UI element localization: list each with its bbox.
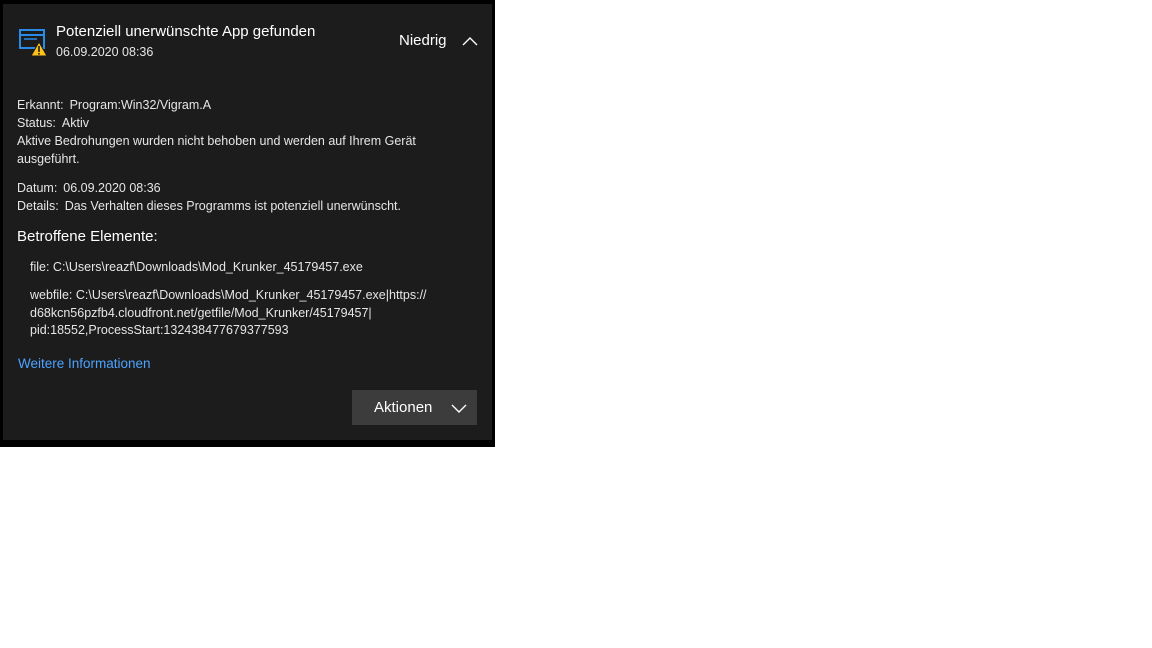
- status-description-line2: ausgeführt.: [17, 152, 80, 166]
- chevron-down-icon: [451, 404, 467, 413]
- actions-button[interactable]: Aktionen: [352, 390, 477, 425]
- severity-label: Niedrig: [399, 32, 447, 49]
- status-description: Aktive Bedrohungen wurden nicht behoben …: [17, 132, 457, 168]
- status-row: Status: Aktiv: [17, 115, 89, 132]
- detected-label: Erkannt:: [17, 98, 64, 112]
- details-value: Das Verhalten dieses Programms ist poten…: [64, 199, 401, 213]
- notification-panel: Potenziell unerwünschte App gefunden 06.…: [0, 0, 495, 447]
- detected-row: Erkannt: Program:Win32/Vigram.A: [17, 97, 211, 114]
- status-description-line1: Aktive Bedrohungen wurden nicht behoben …: [17, 134, 416, 148]
- date-label: Datum:: [17, 181, 58, 195]
- notification-timestamp: 06.09.2020 08:36: [56, 45, 154, 59]
- affected-webfile-item: webfile: C:\Users\reazf\Downloads\Mod_Kr…: [30, 287, 460, 340]
- notification-title: Potenziell unerwünschte App gefunden: [56, 23, 316, 40]
- date-value: 06.09.2020 08:36: [63, 181, 161, 195]
- webfile-line2: d68kcn56pzfb4.cloudfront.net/getfile/Mod…: [30, 305, 372, 320]
- detected-value: Program:Win32/Vigram.A: [69, 98, 212, 112]
- affected-items-heading: Betroffene Elemente:: [17, 228, 158, 245]
- status-label: Status:: [17, 116, 56, 130]
- more-info-link[interactable]: Weitere Informationen: [18, 355, 151, 373]
- chevron-up-icon[interactable]: [458, 30, 482, 52]
- affected-file-item: file: C:\Users\reazf\Downloads\Mod_Krunk…: [30, 260, 363, 274]
- webfile-line3: pid:18552,ProcessStart:13243847767937759…: [30, 323, 289, 337]
- actions-button-label: Aktionen: [374, 399, 433, 416]
- date-row: Datum: 06.09.2020 08:36: [17, 180, 161, 197]
- details-row: Details: Das Verhalten dieses Programms i…: [17, 198, 401, 215]
- status-value: Aktiv: [61, 116, 90, 130]
- details-label: Details:: [17, 199, 59, 213]
- app-window-warning-icon: [19, 29, 48, 57]
- threat-card: Potenziell unerwünschte App gefunden 06.…: [3, 4, 492, 440]
- webfile-line1: webfile: C:\Users\reazf\Downloads\Mod_Kr…: [30, 288, 427, 302]
